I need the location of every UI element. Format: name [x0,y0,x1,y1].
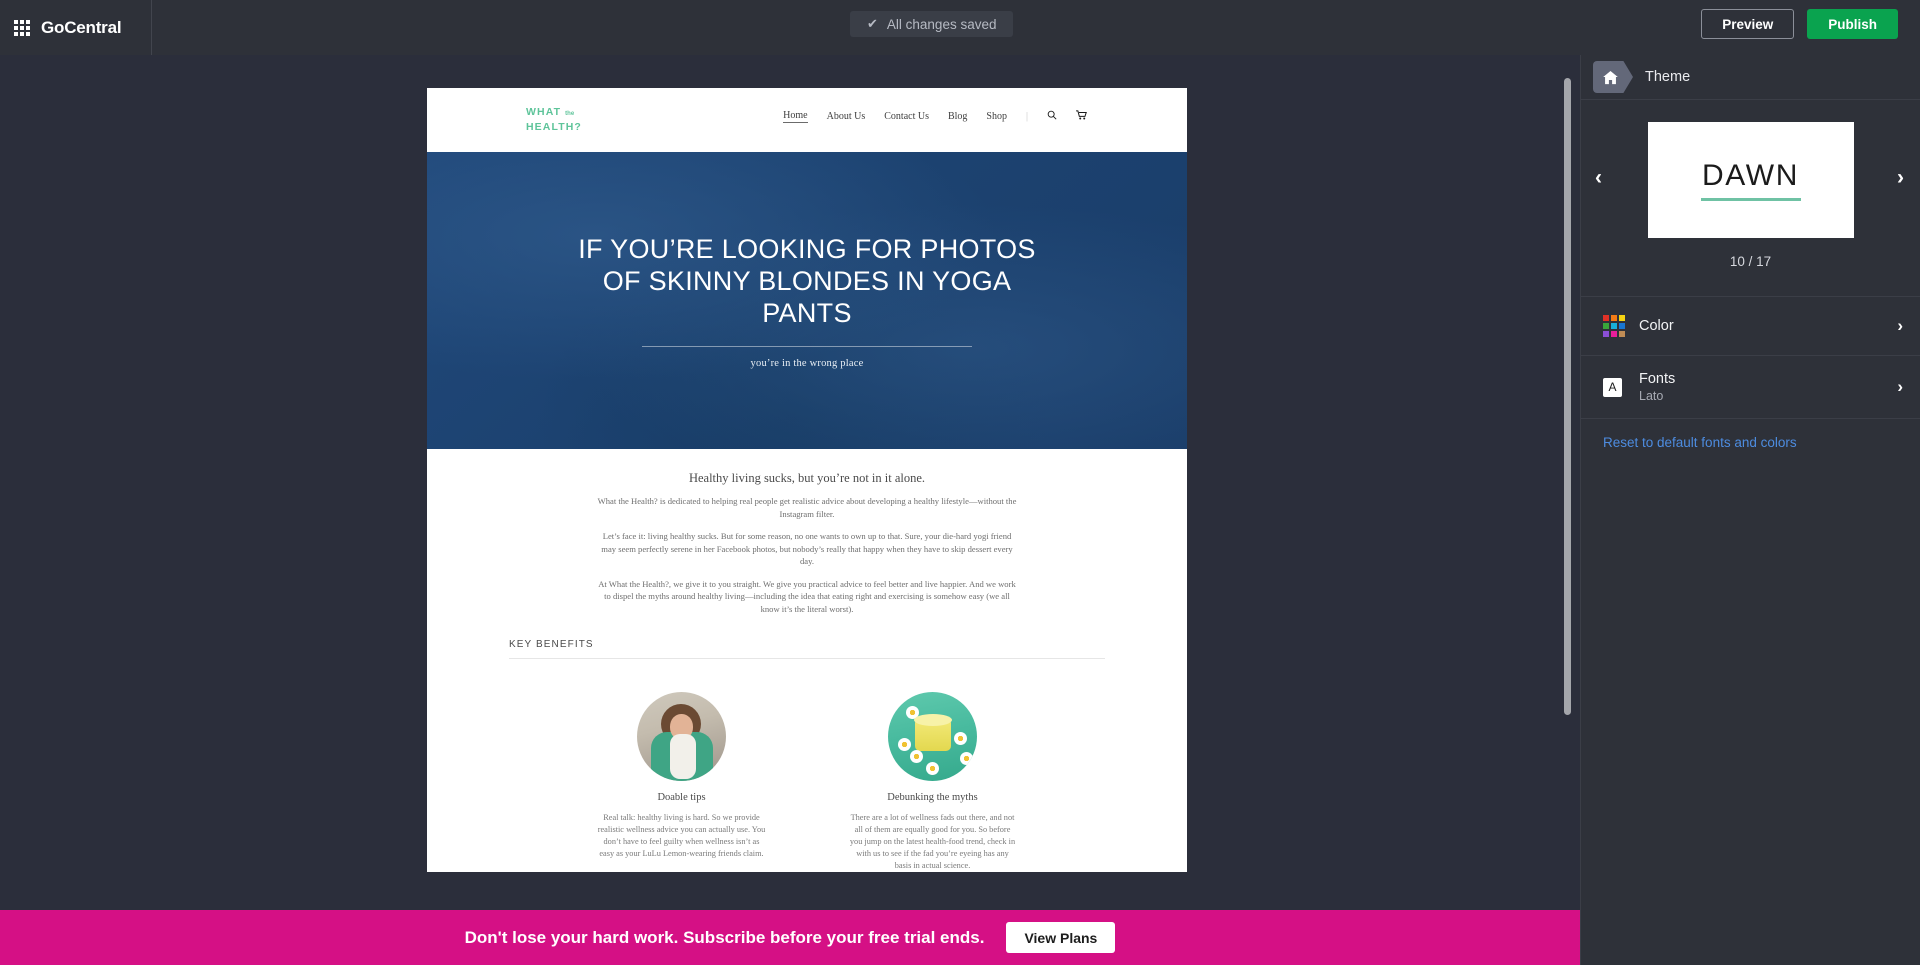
top-bar-actions: Preview Publish [1701,9,1898,39]
site-logo[interactable]: WHAT the HEALTH? [526,106,582,134]
reset-defaults-link[interactable]: Reset to default fonts and colors [1581,418,1920,450]
save-status-pill: ✔ All changes saved [850,11,1014,37]
check-icon: ✔ [867,16,878,31]
theme-accent-underline [1700,198,1801,201]
chevron-right-icon: › [1897,377,1903,396]
benefit-card-body: Real talk: healthy living is hard. So we… [597,813,766,858]
hero-section: IF YOU’RE LOOKING FOR PHOTOS OF SKINNY B… [427,152,1187,449]
panel-title: Theme [1645,69,1691,85]
panel-row-color-label: Color [1639,318,1674,334]
panel-header: Theme [1581,55,1920,100]
brand-name: GoCentral [41,17,122,37]
publish-button[interactable]: Publish [1807,9,1898,39]
hero-subtitle: you’re in the wrong place [750,357,864,369]
view-plans-button[interactable]: View Plans [1006,922,1116,953]
apps-grid-icon[interactable] [14,19,30,36]
trial-promo-banner: Don't lose your hard work. Subscribe bef… [0,910,1580,965]
theme-preview-card[interactable]: DAWN [1647,122,1854,238]
preview-button[interactable]: Preview [1701,9,1795,39]
benefit-card[interactable]: Debunking the myths There are a lot of w… [843,692,1023,872]
theme-side-panel: Theme ‹ DAWN › 10 / 17 Color › A Fonts L… [1580,55,1920,965]
nav-item-shop[interactable]: Shop [986,111,1007,122]
woman-with-towel-photo [637,692,726,781]
benefit-cards: Doable tips Real talk: healthy living is… [427,659,1187,872]
shopping-cart-icon[interactable] [1076,110,1087,123]
previous-theme-arrow-icon[interactable]: ‹ [1595,166,1602,190]
body-paragraph-3: At What the Health?, we give it to you s… [598,578,1016,614]
theme-selector: ‹ DAWN › 10 / 17 [1581,100,1920,269]
logo-question-mark: ? [574,121,582,133]
nav-item-blog[interactable]: Blog [948,111,967,122]
site-header: WHAT the HEALTH? Home About Us Contact U… [427,88,1187,152]
benefit-card[interactable]: Doable tips Real talk: healthy living is… [592,692,772,872]
site-body-section: Healthy living sucks, but you’re not in … [427,449,1187,872]
key-benefits-title: KEY BENEFITS [509,639,594,650]
theme-counter: 10 / 17 [1729,254,1772,269]
key-benefits-section: KEY BENEFITS [427,625,1187,659]
nav-item-contact-us[interactable]: Contact Us [884,111,929,122]
benefit-card-body: There are a lot of wellness fads out the… [849,813,1016,870]
hero-title: IF YOU’RE LOOKING FOR PHOTOS OF SKINNY B… [578,233,1036,328]
theme-name: DAWN [1702,159,1799,192]
trial-promo-message: Don't lose your hard work. Subscribe bef… [464,927,985,947]
app-top-bar: GoCentral ✔ All changes saved Preview Pu… [0,0,1920,55]
color-palette-grid-icon [1603,315,1639,337]
body-paragraph-2: Let’s face it: living healthy sucks. But… [601,531,1013,566]
body-lead-text: Healthy living sucks, but you’re not in … [688,471,926,485]
canvas-vertical-scrollbar[interactable] [1564,78,1571,715]
panel-row-color[interactable]: Color › [1581,296,1920,355]
brand-zone: GoCentral [0,0,152,55]
font-letter-a-icon: A [1603,377,1639,397]
logo-line-1: WHAT [526,106,562,118]
home-icon[interactable] [1593,61,1633,93]
next-theme-arrow-icon[interactable]: › [1897,166,1904,190]
site-nav: Home About Us Contact Us Blog Shop | [783,110,1087,123]
nav-item-home[interactable]: Home [783,110,808,123]
nav-divider: | [1025,111,1028,122]
benefit-card-caption: Debunking the myths [887,792,978,803]
panel-row-fonts-value: Lato [1639,389,1664,403]
cream-jar-with-daisies-photo [888,692,977,781]
panel-row-fonts[interactable]: A Fonts Lato › [1581,355,1920,418]
logo-small-word: the [565,111,575,117]
site-preview-canvas: WHAT the HEALTH? Home About Us Contact U… [0,55,1580,965]
hero-divider [642,345,972,347]
save-status-label: All changes saved [886,16,997,32]
chevron-right-icon: › [1897,316,1903,335]
search-icon[interactable] [1047,110,1057,123]
panel-row-fonts-label: Fonts [1639,371,1676,387]
logo-line-2: HEALTH [526,121,575,133]
benefit-card-caption: Doable tips [657,792,706,803]
nav-item-about-us[interactable]: About Us [827,111,866,122]
body-paragraph-1: What the Health? is dedicated to helping… [597,496,1017,519]
website-preview: WHAT the HEALTH? Home About Us Contact U… [427,88,1187,872]
